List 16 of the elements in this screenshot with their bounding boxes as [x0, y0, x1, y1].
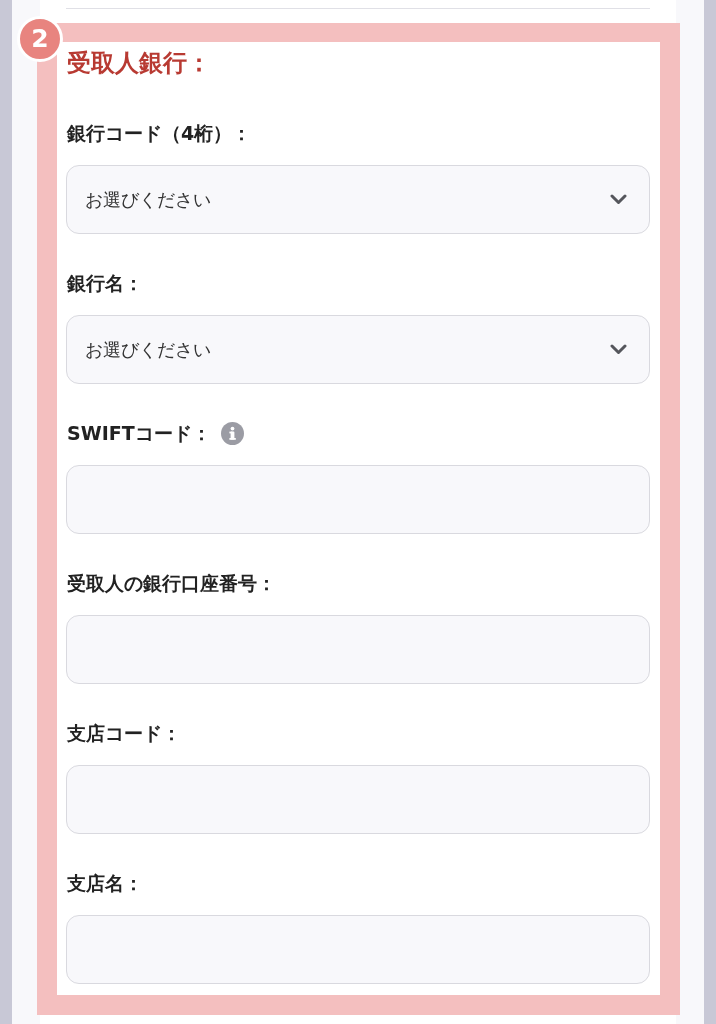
section-title: 受取人銀行：	[67, 48, 211, 79]
dropdown-field[interactable]: お選びください	[66, 165, 650, 234]
text-field[interactable]	[66, 615, 650, 684]
text-field[interactable]	[66, 915, 650, 984]
chevron-down-icon	[610, 344, 627, 355]
field-label: SWIFTコード：	[67, 421, 211, 446]
step-number-badge: 2	[17, 16, 63, 62]
field-label: 銀行コード（4桁）：	[67, 121, 252, 146]
text-field[interactable]	[66, 465, 650, 534]
chevron-down-icon	[610, 194, 627, 205]
dropdown-field[interactable]: お選びください	[66, 315, 650, 384]
field-label: 銀行名：	[67, 271, 143, 296]
field-label: 支店名：	[67, 871, 143, 896]
field-label: 受取人の銀行口座番号：	[67, 571, 276, 596]
text-field[interactable]	[66, 765, 650, 834]
field-label: 支店コード：	[67, 721, 181, 746]
